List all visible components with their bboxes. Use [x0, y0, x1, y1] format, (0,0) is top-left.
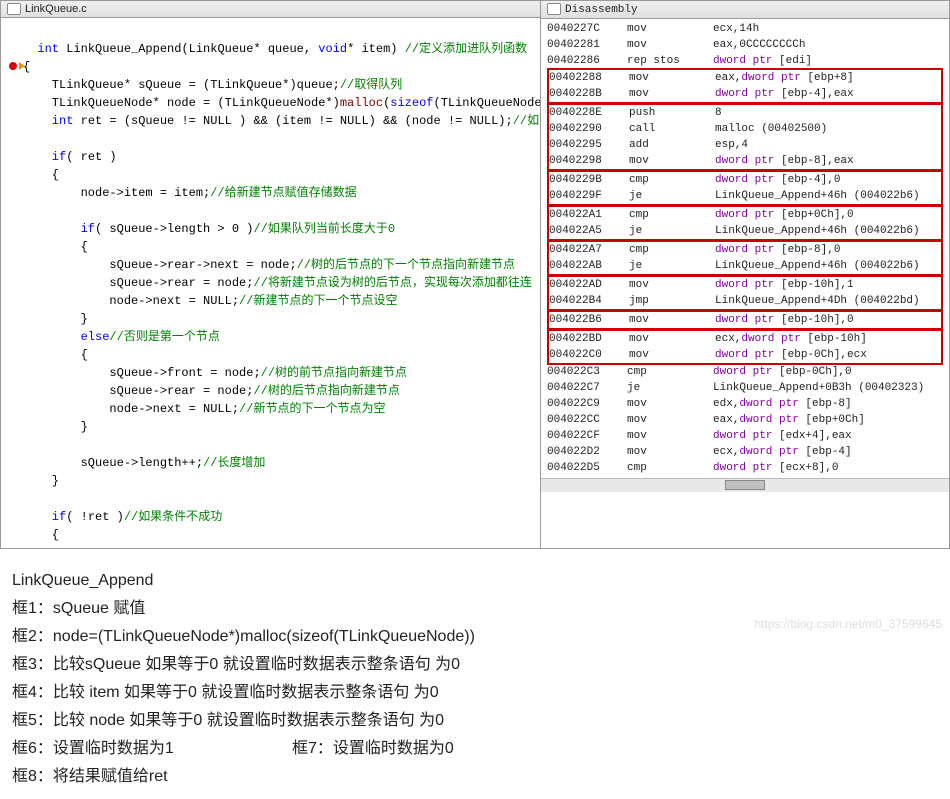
asm-row: 004022ABjeLinkQueue_Append+46h (004022b6…: [549, 258, 941, 274]
asm-row: 004022C0movdword ptr [ebp-0Ch],ecx: [549, 347, 941, 363]
asm-row: 00402290callmalloc (00402500): [549, 121, 941, 137]
disasm-tab[interactable]: Disassembly: [541, 1, 949, 19]
asm-box-7: 004022B6movdword ptr [ebp-10h],0: [547, 310, 943, 330]
asm-row: 0040229Bcmpdword ptr [ebp-4],0: [549, 172, 941, 188]
breakpoint-icon[interactable]: [9, 62, 17, 70]
asm-row: 0040228Epush8: [549, 105, 941, 121]
ide-window: LinkQueue.c int LinkQueue_Append(LinkQue…: [0, 0, 950, 549]
note-title: LinkQueue_Append: [12, 567, 938, 595]
note-line: 框5：比较 node 如果等于0 就设置临时数据表示整条语句 为0: [12, 707, 938, 735]
asm-row: 004022C3cmpdword ptr [ebp-0Ch],0: [547, 364, 943, 380]
asm-row: 004022BDmovecx,dword ptr [ebp-10h]: [549, 331, 941, 347]
file-icon: [7, 3, 21, 15]
code-editor[interactable]: int LinkQueue_Append(LinkQueue* queue, v…: [1, 18, 540, 548]
disasm-tab-label: Disassembly: [565, 4, 638, 16]
asm-row: 004022A5jeLinkQueue_Append+46h (004022b6…: [549, 223, 941, 239]
asm-row: 004022D2movecx,dword ptr [ebp-4]: [547, 444, 943, 460]
asm-row: 004022D5cmpdword ptr [ecx+8],0: [547, 460, 943, 476]
annotation-notes: LinkQueue_Append 框1：sQueue 赋值 框2：node=(T…: [0, 549, 950, 799]
asm-row: 004022B4jmpLinkQueue_Append+4Dh (004022b…: [549, 293, 941, 309]
asm-row: 004022C9movedx,dword ptr [ebp-8]: [547, 396, 943, 412]
scrollbar-thumb[interactable]: [725, 480, 765, 490]
asm-row: 004022A1cmpdword ptr [ebp+0Ch],0: [549, 207, 941, 223]
note-line: 框8：将结果赋值给ret: [12, 763, 938, 791]
asm-row: 00402286rep stosdword ptr [edi]: [547, 53, 943, 69]
asm-box-5: 004022A7cmpdword ptr [ebp-8],0004022ABje…: [547, 240, 943, 276]
asm-box-4: 004022A1cmpdword ptr [ebp+0Ch],0004022A5…: [547, 205, 943, 241]
asm-row: 0040227Cmovecx,14h: [547, 21, 943, 37]
asm-box-1: 00402288moveax,dword ptr [ebp+8]0040228B…: [547, 68, 943, 104]
func-name: LinkQueue_Append: [66, 42, 181, 56]
comment: //定义添加进队列函数: [405, 42, 527, 56]
asm-row: 004022A7cmpdword ptr [ebp-8],0: [549, 242, 941, 258]
asm-row: 00402295addesp,4: [549, 137, 941, 153]
asm-box-6: 004022ADmovdword ptr [ebp-10h],1004022B4…: [547, 275, 943, 311]
current-line-icon: [19, 62, 25, 70]
asm-row: 0040228Bmovdword ptr [ebp-4],eax: [549, 86, 941, 102]
watermark: https://blog.csdn.net/m0_37599645: [755, 617, 942, 631]
code-tab-label: LinkQueue.c: [25, 3, 87, 15]
note-line: 框4：比较 item 如果等于0 就设置临时数据表示整条语句 为0: [12, 679, 938, 707]
asm-row: 00402298movdword ptr [ebp-8],eax: [549, 153, 941, 169]
window-icon: [547, 3, 561, 15]
asm-row: 004022B6movdword ptr [ebp-10h],0: [549, 312, 941, 328]
asm-row: 004022CFmovdword ptr [edx+4],eax: [547, 428, 943, 444]
asm-row: 00402288moveax,dword ptr [ebp+8]: [549, 70, 941, 86]
asm-row: 004022CCmoveax,dword ptr [ebp+0Ch]: [547, 412, 943, 428]
asm-box-3: 0040229Bcmpdword ptr [ebp-4],00040229Fje…: [547, 170, 943, 206]
note-line: 框6：设置临时数据为1框7：设置临时数据为0: [12, 735, 938, 763]
asm-row: 004022C7jeLinkQueue_Append+0B3h (0040232…: [547, 380, 943, 396]
asm-box-8: 004022BDmovecx,dword ptr [ebp-10h]004022…: [547, 329, 943, 365]
asm-row: 0040229FjeLinkQueue_Append+46h (004022b6…: [549, 188, 941, 204]
asm-box-2: 0040228Epush800402290callmalloc (0040250…: [547, 103, 943, 171]
code-pane: LinkQueue.c int LinkQueue_Append(LinkQue…: [1, 1, 541, 548]
asm-row: 004022ADmovdword ptr [ebp-10h],1: [549, 277, 941, 293]
code-tab[interactable]: LinkQueue.c: [1, 1, 540, 18]
asm-row: 00402281moveax,0CCCCCCCCh: [547, 37, 943, 53]
kw-int: int: [37, 42, 66, 56]
disassembly-pane: Disassembly 0040227Cmovecx,14h00402281mo…: [541, 1, 949, 548]
horizontal-scrollbar[interactable]: [541, 478, 949, 492]
disassembly-listing[interactable]: 0040227Cmovecx,14h00402281moveax,0CCCCCC…: [541, 19, 949, 478]
note-line: 框3：比较sQueue 如果等于0 就设置临时数据表示整条语句 为0: [12, 651, 938, 679]
